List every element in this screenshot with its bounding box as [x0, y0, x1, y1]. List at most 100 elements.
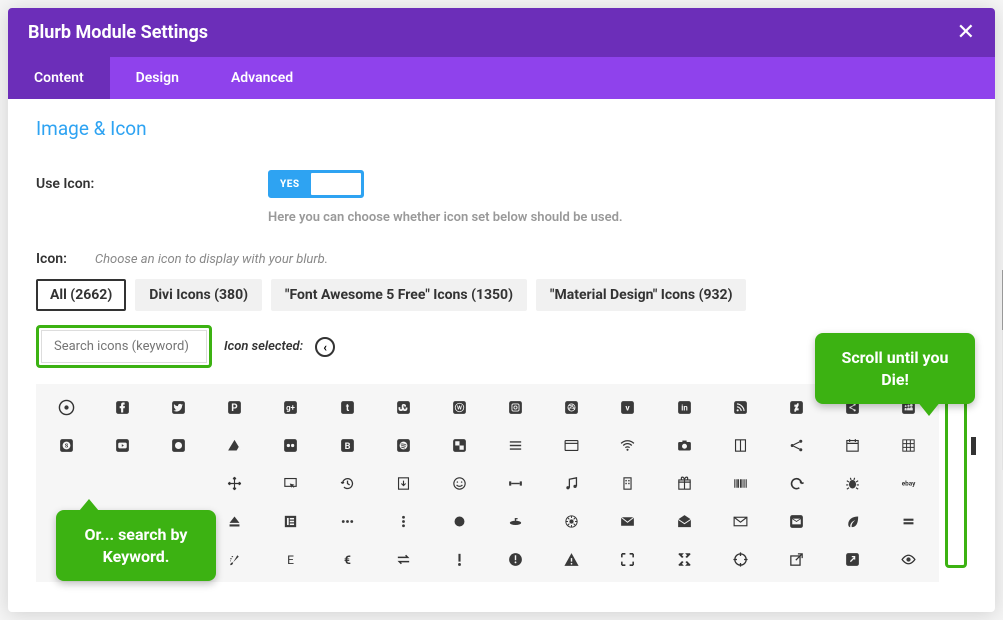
filter-divi[interactable]: Divi Icons (380) — [135, 279, 262, 311]
icon-ellipsis-h[interactable] — [319, 502, 375, 540]
icon-youtube[interactable] — [94, 426, 150, 464]
icon-instagram[interactable] — [488, 388, 544, 426]
svg-text:g+: g+ — [287, 403, 296, 412]
icon-blogger[interactable]: B — [319, 426, 375, 464]
tab-bar: Content Design Advanced — [8, 57, 995, 99]
close-icon[interactable]: ✕ — [957, 20, 975, 45]
icon-expand[interactable] — [600, 540, 656, 578]
svg-text:P: P — [231, 403, 238, 414]
icon-smile[interactable] — [431, 464, 487, 502]
icon-exclamation-circle[interactable] — [488, 540, 544, 578]
icon-google-plus[interactable]: g+ — [263, 388, 319, 426]
icon-dribbble[interactable] — [544, 388, 600, 426]
icon-exclamation[interactable] — [431, 540, 487, 578]
icon-share-alt[interactable] — [768, 426, 824, 464]
icon-stumbleupon[interactable] — [375, 388, 431, 426]
icon-label-row: Icon: Choose an icon to display with you… — [36, 251, 967, 267]
icon-google-drive[interactable] — [207, 426, 263, 464]
icon-vimeo[interactable]: v — [600, 388, 656, 426]
icon-skype[interactable]: S — [38, 426, 94, 464]
modal-title: Blurb Module Settings — [28, 22, 208, 43]
icon-elementor[interactable] — [263, 502, 319, 540]
icon-facebook[interactable] — [94, 388, 150, 426]
icon-bug[interactable] — [825, 464, 881, 502]
icon-equals[interactable] — [881, 502, 937, 540]
svg-text:in: in — [681, 403, 687, 412]
icon-wifi[interactable] — [600, 426, 656, 464]
icon-music[interactable] — [544, 464, 600, 502]
icon-blank3[interactable] — [150, 464, 206, 502]
tab-advanced[interactable]: Advanced — [205, 57, 319, 99]
search-input[interactable] — [41, 330, 207, 363]
icon-submarine[interactable] — [488, 502, 544, 540]
icon-book[interactable] — [712, 426, 768, 464]
icon-history[interactable] — [319, 464, 375, 502]
search-highlight — [36, 325, 212, 368]
icon-flickr[interactable] — [263, 426, 319, 464]
icon-ellipsis-v[interactable] — [375, 502, 431, 540]
icon-envelope[interactable] — [600, 502, 656, 540]
toggle-text: YES — [270, 179, 310, 190]
icon-download[interactable] — [375, 464, 431, 502]
icon-rss[interactable] — [712, 388, 768, 426]
icon-picasa[interactable] — [150, 426, 206, 464]
tab-content[interactable]: Content — [8, 57, 110, 99]
icon-gift[interactable] — [656, 464, 712, 502]
icon-ebay[interactable]: ebay — [881, 464, 937, 502]
icon-external-link[interactable] — [768, 540, 824, 578]
icon-delicious[interactable] — [431, 426, 487, 464]
callout-search: Or... search by Keyword. — [56, 510, 216, 581]
icon-tumblr[interactable]: t — [319, 388, 375, 426]
icon-undo[interactable] — [768, 464, 824, 502]
icon-scrollbar-thumb[interactable] — [971, 437, 976, 455]
icon-euro[interactable]: € — [319, 540, 375, 578]
icon-external-square[interactable] — [825, 540, 881, 578]
section-title: Image & Icon — [36, 117, 967, 140]
modal-body: Image & Icon Use Icon: YES Here you can … — [8, 99, 995, 612]
icon-envelope-open[interactable] — [656, 502, 712, 540]
icon-exchange[interactable] — [375, 540, 431, 578]
icon-linkedin[interactable]: in — [656, 388, 712, 426]
icon-eye[interactable] — [881, 540, 937, 578]
callout-scroll: Scroll until you Die! — [815, 333, 975, 404]
filter-row: All (2662) Divi Icons (380) "Font Awesom… — [36, 279, 967, 311]
icon-circle[interactable] — [431, 502, 487, 540]
icon-barcode[interactable] — [712, 464, 768, 502]
icon-label: Icon: — [36, 251, 67, 267]
filter-material[interactable]: "Material Design" Icons (932) — [536, 279, 746, 311]
icon-browser[interactable] — [544, 426, 600, 464]
icon-exclamation-triangle[interactable] — [544, 540, 600, 578]
icon-wordpress[interactable]: W — [431, 388, 487, 426]
svg-text:S: S — [64, 443, 68, 449]
icon-dumbbell[interactable] — [488, 464, 544, 502]
icon-envelope-square[interactable] — [768, 502, 824, 540]
icon-envelope-outline[interactable] — [712, 502, 768, 540]
icon-etsy[interactable]: E — [263, 540, 319, 578]
icon-spotify[interactable] — [375, 426, 431, 464]
svg-text:W: W — [457, 405, 462, 411]
icon-camera[interactable] — [656, 426, 712, 464]
icon-building[interactable] — [600, 464, 656, 502]
icon-scroll-highlight — [945, 384, 967, 568]
icon-target[interactable] — [38, 388, 94, 426]
tab-design[interactable]: Design — [110, 57, 205, 99]
filter-all[interactable]: All (2662) — [36, 279, 126, 311]
icon-pinterest[interactable]: P — [207, 388, 263, 426]
icon-twitter[interactable] — [150, 388, 206, 426]
svg-text:€: € — [344, 552, 351, 566]
icon-crosshair[interactable] — [712, 540, 768, 578]
icon-leaf[interactable] — [825, 502, 881, 540]
icon-empire[interactable] — [544, 502, 600, 540]
icon-expand-arrows[interactable] — [656, 540, 712, 578]
icon-list[interactable] — [488, 426, 544, 464]
icon-calendar[interactable] — [825, 426, 881, 464]
use-icon-toggle[interactable]: YES — [268, 170, 364, 198]
svg-text:B: B — [344, 441, 350, 452]
icon-move[interactable] — [207, 464, 263, 502]
use-icon-row: Use Icon: YES — [36, 170, 967, 198]
icon-selected-preview: ‹ — [315, 337, 335, 357]
svg-text:E: E — [287, 552, 294, 566]
icon-cursor[interactable] — [263, 464, 319, 502]
settings-modal: Blurb Module Settings ✕ Content Design A… — [8, 8, 995, 612]
filter-fontawesome[interactable]: "Font Awesome 5 Free" Icons (1350) — [271, 279, 527, 311]
